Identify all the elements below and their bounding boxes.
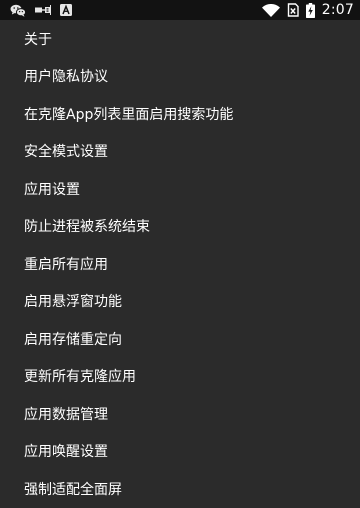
menu-item-app-data-management[interactable]: 应用数据管理 bbox=[0, 395, 360, 433]
menu-item-force-fullscreen[interactable]: 强制适配全面屏 bbox=[0, 470, 360, 508]
menu-item-enable-floating-window[interactable]: 启用悬浮窗功能 bbox=[0, 283, 360, 321]
status-time: 2:07 bbox=[321, 2, 354, 18]
menu-item-enable-search[interactable]: 在克隆App列表里面启用搜索功能 bbox=[0, 95, 360, 133]
menu-item-restart-all-apps[interactable]: 重启所有应用 bbox=[0, 245, 360, 283]
status-bar: 2:07 bbox=[0, 0, 360, 20]
wifi-icon bbox=[261, 3, 280, 17]
menu-item-privacy-agreement[interactable]: 用户隐私协议 bbox=[0, 58, 360, 96]
usb-icon bbox=[35, 4, 51, 16]
overflow-menu: 关于 用户隐私协议 在克隆App列表里面启用搜索功能 安全模式设置 应用设置 防… bbox=[0, 20, 360, 500]
menu-item-about[interactable]: 关于 bbox=[0, 20, 360, 58]
menu-item-enable-storage-redirect[interactable]: 启用存储重定向 bbox=[0, 320, 360, 358]
menu-item-update-cloned-apps[interactable]: 更新所有克隆应用 bbox=[0, 358, 360, 396]
status-bar-notifications bbox=[10, 4, 72, 17]
status-bar-system: 2:07 bbox=[261, 2, 354, 18]
menu-item-prevent-process-kill[interactable]: 防止进程被系统结束 bbox=[0, 208, 360, 246]
menu-item-app-wakeup-settings[interactable]: 应用唤醒设置 bbox=[0, 433, 360, 471]
battery-charging-icon bbox=[305, 2, 315, 18]
no-sim-icon bbox=[287, 3, 299, 17]
menu-item-safe-mode-settings[interactable]: 安全模式设置 bbox=[0, 133, 360, 171]
menu-item-app-settings[interactable]: 应用设置 bbox=[0, 170, 360, 208]
notification-a-icon bbox=[60, 4, 72, 16]
wechat-icon bbox=[10, 4, 26, 17]
